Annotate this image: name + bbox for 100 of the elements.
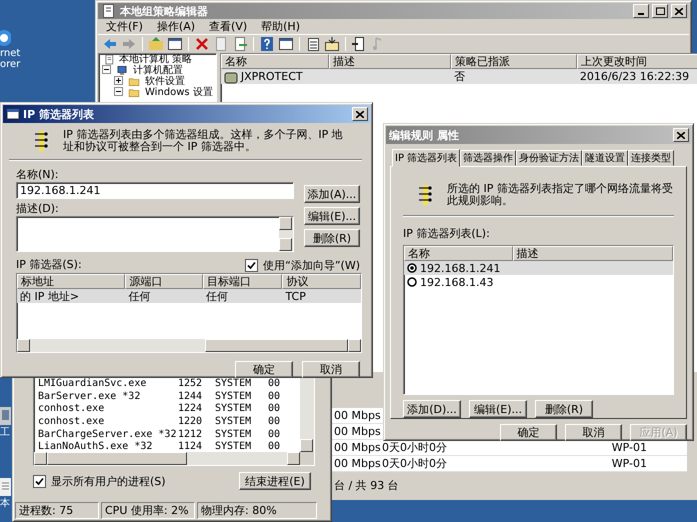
tab[interactable]: 隧道设置 [582,150,628,166]
policy-icon [101,3,117,19]
process-row[interactable]: BarServer.exe *32 1244 SYSTEM 00 [38,390,300,402]
column-header[interactable]: 描述 [328,54,451,69]
tree-item[interactable]: 软件设置 [145,76,185,87]
script-icon[interactable] [351,36,367,52]
column-header[interactable]: 上次更改时间 [576,54,697,69]
horizontal-scrollbar[interactable] [34,452,314,465]
table-cell: WP-01 [612,441,647,454]
desktop-icon-label[interactable]: 工 [0,427,10,438]
process-row[interactable]: LianNoAuthS.exe *32 1124 SYSTEM 00 [38,440,300,454]
menu-item[interactable]: 文件(F) [106,20,143,33]
table-cell: 00 Mbps [334,425,381,438]
minimize-button[interactable] [633,4,649,18]
back-arrow-icon[interactable] [102,36,118,52]
list-label: IP 筛选器列表(L): [403,226,491,241]
folder-icon [126,76,142,87]
column-header[interactable]: 名称 [404,246,513,261]
column-header[interactable]: 目标端口 [202,274,282,289]
maximize-icon [656,7,664,15]
desktop-icon-label[interactable]: 本 [0,498,10,509]
end-process-button[interactable]: 结束进程(E) [239,472,311,490]
field-label: IP 筛选器(S): [16,258,82,272]
help-icon[interactable] [259,36,275,52]
list-row[interactable]: JXPROTECT 否 2016/6/23 16:22:39 [220,69,697,84]
process-row[interactable]: conhost.exe 1220 SYSTEM 00 [38,415,300,428]
export-icon[interactable] [232,36,248,52]
tab[interactable]: 筛选器操作 [460,150,516,166]
dialog-button[interactable]: 确定 [235,361,293,378]
list-button[interactable]: 编辑(E)... [469,400,527,418]
list-button[interactable]: 删除(R) [535,400,593,418]
description-field[interactable] [16,216,294,252]
checkbox[interactable] [33,474,46,488]
checkbox-label[interactable]: 显示所有用户的进程(S) [51,474,166,488]
close-button[interactable] [673,128,689,142]
desktop-shortcut-icon[interactable] [0,476,11,498]
column-header[interactable]: 名称 [220,54,329,69]
table-cell: WP-01 [612,457,647,470]
checkbox[interactable] [245,259,258,272]
radio-button[interactable] [407,277,417,287]
list-row[interactable]: 的 IP 地址> 任何 任何 TCP [17,289,361,303]
list-item[interactable]: 192.168.1.43 [420,276,494,288]
tree-item[interactable]: 计算机配置 [133,65,183,76]
close-icon [356,110,364,118]
process-row[interactable]: conhost.exe 1224 SYSTEM 00 [38,402,300,416]
checkbox-label[interactable]: 使用“添加向导”(W) [263,258,360,273]
table-cell: 0天0小时0分 [382,441,447,454]
close-icon [675,8,683,14]
dialog-description: 所选的 IP 筛选器列表指定了哪个网络流量将受此规则影响。 [447,183,674,207]
desktop-icon-label[interactable]: rnet orer [0,48,20,70]
tree-item[interactable]: 本地计算机 策略 [119,54,192,65]
status-text: CPU 使用率: 2% [101,502,195,519]
table-cell: 00 Mbps [334,457,381,470]
tab[interactable]: 身份验证方法 [516,150,582,166]
window-icon[interactable] [167,36,183,52]
column-header[interactable]: 策略已指派 [450,54,577,69]
expand-toggle[interactable] [114,87,123,98]
table-cell: 00 Mbps [334,441,381,454]
list-button[interactable]: 添加(D)... [403,400,461,418]
table-cell: 0天0小时0分 [382,457,447,470]
policy-icon [224,70,238,84]
expand-toggle[interactable] [102,65,111,76]
column-header[interactable]: 源端口 [125,274,203,289]
side-button[interactable]: 编辑(E)... [304,207,360,225]
name-field[interactable]: 192.168.1.241 [16,182,294,199]
tree-item[interactable]: Windows 设置 [145,87,213,98]
side-button[interactable]: 添加(A)... [304,185,360,203]
device-count: 台 / 共 93 台 [333,478,400,493]
column-header[interactable]: 协议 [282,274,361,289]
expand-toggle[interactable] [114,76,123,87]
window-icon[interactable] [278,36,294,52]
delete-icon[interactable] [194,36,210,52]
dialog-button[interactable]: 取消 [302,361,360,378]
scroll-down-button[interactable] [300,439,313,452]
dialog-title: 编辑规则 属性 [389,128,460,142]
dialog-description: IP 筛选器列表由多个筛选器组成。这样，多个子网、IP 地址和协议可被整合到一个 IP 筛选器中。 [63,129,344,153]
menu-item[interactable]: 操作(A) [156,20,196,33]
column-header[interactable]: 标地址 [17,274,126,289]
side-button[interactable]: 删除(R) [304,229,360,247]
column-header[interactable]: 描述 [512,246,673,261]
close-button[interactable] [671,4,687,18]
tab[interactable]: 连接类型 [628,150,674,166]
menu-item[interactable]: 查看(V) [209,20,248,33]
tab[interactable]: IP 筛选器列表 [392,149,460,167]
table-cell: 00 Mbps [334,409,381,422]
dialog-button[interactable]: 确定 [500,424,557,441]
close-icon [677,132,685,138]
desktop-shortcut-icon[interactable] [0,405,11,427]
maximize-button[interactable] [652,4,668,18]
properties-icon[interactable] [305,36,321,52]
radio-button[interactable] [407,263,417,273]
filter-list-icon [33,129,49,151]
close-button[interactable] [352,107,368,121]
process-row[interactable]: BarChargeServer.exe *32 1212 SYSTEM 00 [38,428,300,440]
dialog-button[interactable]: 取消 [565,424,622,441]
table-cell: 2016/6/23 16:22:39 [580,70,690,83]
import-icon[interactable] [324,36,340,52]
horizontal-scrollbar[interactable] [17,339,361,352]
process-row[interactable]: LMIGuardianSvc.exe 1252 SYSTEM 00 [38,377,300,390]
menu-item[interactable]: 帮助(H) [261,20,300,33]
